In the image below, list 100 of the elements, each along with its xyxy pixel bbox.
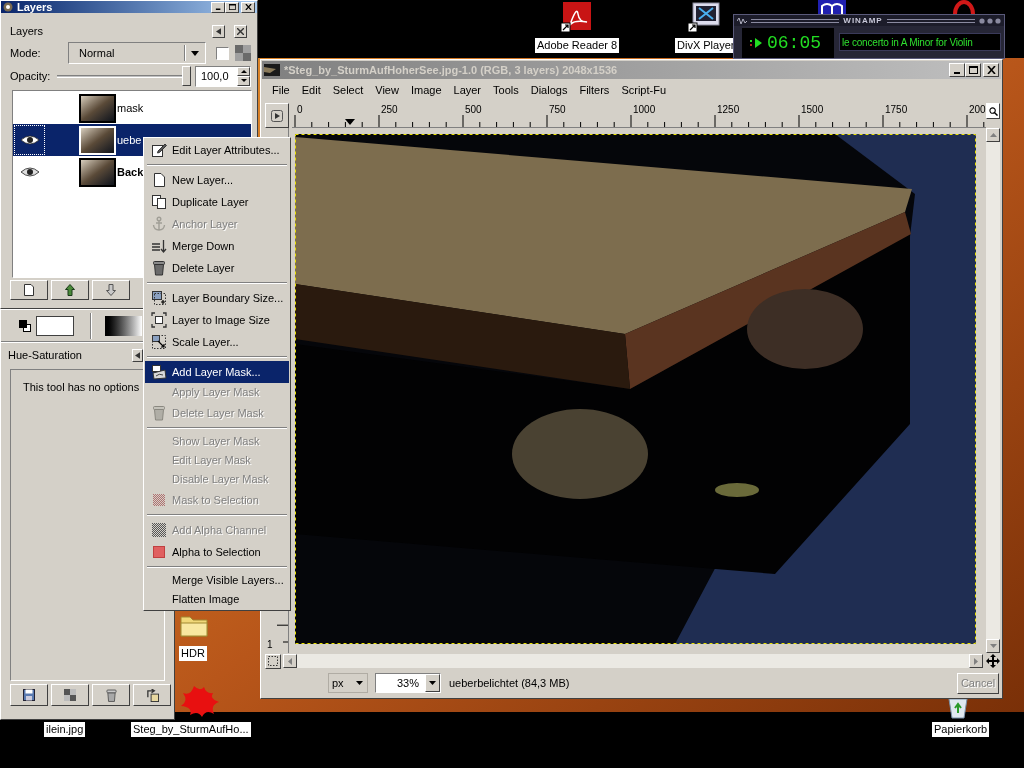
close-button[interactable] [983,63,999,77]
opacity-field[interactable]: 100,0 [195,65,251,87]
delete-options-button[interactable] [92,684,130,706]
time-readout: 06:05 [767,33,821,53]
maximize-button[interactable] [965,63,981,77]
menu-bar-item[interactable]: Layer [447,81,488,99]
folder-icon [180,613,208,637]
opacity-label: Opacity: [9,68,52,84]
add-mask-icon [150,364,167,380]
mask-selection-icon [150,492,167,508]
spin-up-button[interactable] [237,66,250,76]
menu-bar-item[interactable]: Dialogs [524,81,574,99]
wave-icon [737,17,747,24]
splat-icon [180,684,220,718]
menu-bar-item[interactable]: Edit [295,81,327,99]
restore-options-button[interactable] [51,684,89,706]
menu-bar-item[interactable]: Script-Fu [615,81,672,99]
minimize-button[interactable] [949,63,965,77]
close-button[interactable] [241,1,255,13]
menu-bar-item[interactable]: Image [404,81,448,99]
menu-item[interactable]: Flatten Image [145,590,289,609]
maximize-button[interactable] [225,1,239,13]
new-layer-button[interactable] [10,280,48,300]
minimize-button[interactable] [211,1,225,13]
ruler-label: 750 [549,104,566,115]
window-title: *Steg_by_SturmAufHoherSee.jpg-1.0 (RGB, 3 layers) 2048x1536 [284,63,619,78]
player-title: WINAMP [843,15,883,26]
menu-bar-item[interactable]: Filters [573,81,616,99]
zoom-button[interactable] [986,103,1000,119]
default-colors-icon [19,319,31,332]
menu-item[interactable]: Merge Down [145,235,289,257]
mode-dropdown[interactable]: Normal [68,42,206,64]
menu-item[interactable]: New Layer... [145,169,289,191]
menu-bar-item[interactable]: View [369,81,405,99]
menu-item[interactable]: Layer Boundary Size... [145,287,289,309]
scroll-left-button[interactable] [283,654,297,668]
layer-row[interactable]: mask [13,92,251,124]
desktop-icon-label[interactable]: HDR [179,646,207,661]
status-text: ueberbelichtet (84,3 MB) [449,675,571,691]
reset-arrow-icon [145,688,159,702]
save-options-button[interactable] [10,684,48,706]
cancel-button: Cancel [957,672,999,694]
unit-dropdown[interactable]: px [328,673,368,693]
close-icon [237,27,244,35]
slider-thumb[interactable] [182,66,191,86]
ruler-label: 1750 [885,104,908,115]
lower-layer-button[interactable] [92,280,130,300]
close-icon [244,4,252,10]
image-menu-button[interactable] [265,103,289,128]
navigate-button[interactable] [985,653,1001,669]
menu-item[interactable]: Delete Layer [145,257,289,279]
horizontal-scrollbar[interactable] [283,654,983,668]
down-arrow-icon [106,284,116,296]
dashed-square-icon [268,656,278,666]
menu-item[interactable]: Add Layer Mask... [145,361,289,383]
ruler-label: 500 [465,104,482,115]
triangle-down-icon [989,644,997,648]
menu-bar-item[interactable]: File [266,81,296,99]
ruler-label: 250 [381,104,398,115]
triangle-up-icon [989,133,997,137]
scroll-up-button[interactable] [986,128,1000,142]
close-icon [986,66,996,74]
menu-item[interactable]: Alpha to Selection [145,541,289,563]
opacity-slider[interactable] [57,66,191,86]
up-arrow-icon [65,284,75,296]
vertical-scrollbar[interactable] [986,128,1000,653]
edit-page-icon [150,142,167,158]
ring-icon [953,0,975,14]
eye-icon [20,135,39,145]
desktop-icon-label[interactable]: Steg_by_SturmAufHo... [131,722,251,737]
menu-item[interactable]: Merge Visible Layers... [145,571,289,590]
trash-icon [150,405,167,421]
menu-item[interactable]: Scale Layer... [145,331,289,353]
window-controls-icon [979,17,1001,24]
menu-item[interactable]: Duplicate Layer [145,191,289,213]
scale-icon [150,334,167,350]
raise-layer-button[interactable] [51,280,89,300]
menu-bar-item[interactable]: Tools [487,81,525,99]
close-tab-button[interactable] [234,24,247,38]
quick-mask-button[interactable] [265,653,281,669]
reset-options-button[interactable] [133,684,171,706]
tab-menu-button[interactable] [212,24,225,38]
zoom-field[interactable]: 33% [375,673,441,693]
scroll-right-button[interactable] [969,654,983,668]
tool-options-title: Hue-Saturation [8,347,83,363]
spin-down-button[interactable] [237,76,250,86]
zoom-dropdown-button[interactable] [425,674,440,692]
desktop-icon-label[interactable]: Adobe Reader 8 [535,38,620,53]
tab-menu-button[interactable] [132,348,143,362]
trash-icon [105,688,117,702]
lock-checkbox[interactable] [216,46,229,60]
menu-bar-item[interactable]: Select [326,81,370,99]
desktop-icon-label[interactable]: Papierkorb [932,722,990,737]
scroll-down-button[interactable] [986,639,1000,653]
ruler-label: 1250 [717,104,740,115]
triangle-down-icon [240,79,247,83]
play-indicator-icon [750,38,762,48]
menu-item[interactable]: Layer to Image Size [145,309,289,331]
eye-icon [20,167,39,177]
desktop-icon-label[interactable]: ilein.jpg [44,722,86,737]
